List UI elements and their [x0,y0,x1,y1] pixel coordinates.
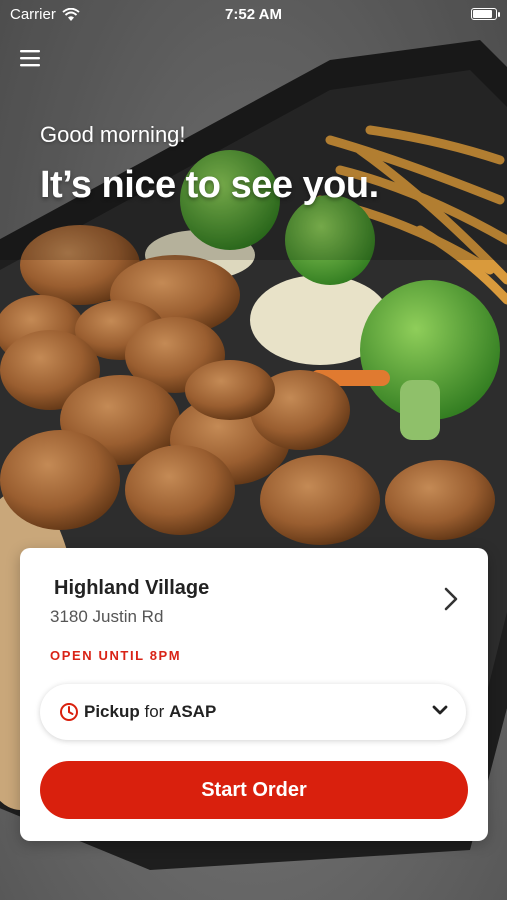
status-time: 7:52 AM [225,6,282,23]
chevron-right-icon[interactable] [442,586,460,612]
location-card: Highland Village 3180 Justin Rd OPEN UNT… [20,548,488,841]
battery-icon [471,8,500,20]
greeting-headline: It’s nice to see you. [40,164,379,206]
battery-fill [473,10,492,18]
pickup-label: Pickup for ASAP [84,702,216,722]
hamburger-menu-icon[interactable] [18,46,44,70]
app-screen: Carrier 7:52 AM Good morning! It’s nice … [0,0,507,900]
chevron-down-icon[interactable] [432,705,448,717]
store-hours: OPEN UNTIL 8PM [50,648,182,663]
store-address: 3180 Justin Rd [50,607,164,626]
greeting-subtitle: Good morning! [40,122,186,147]
start-order-button[interactable]: Start Order [40,761,468,819]
location-selector[interactable]: Highland Village 3180 Justin Rd [20,548,488,638]
status-bar: Carrier 7:52 AM [0,0,507,28]
pickup-mode: Pickup [84,702,140,721]
store-name: Highland Village [54,577,210,599]
pickup-when: ASAP [169,702,217,721]
pickup-connector: for [144,702,165,721]
clock-icon [60,703,78,721]
pickup-time-selector[interactable]: Pickup for ASAP [40,684,466,740]
